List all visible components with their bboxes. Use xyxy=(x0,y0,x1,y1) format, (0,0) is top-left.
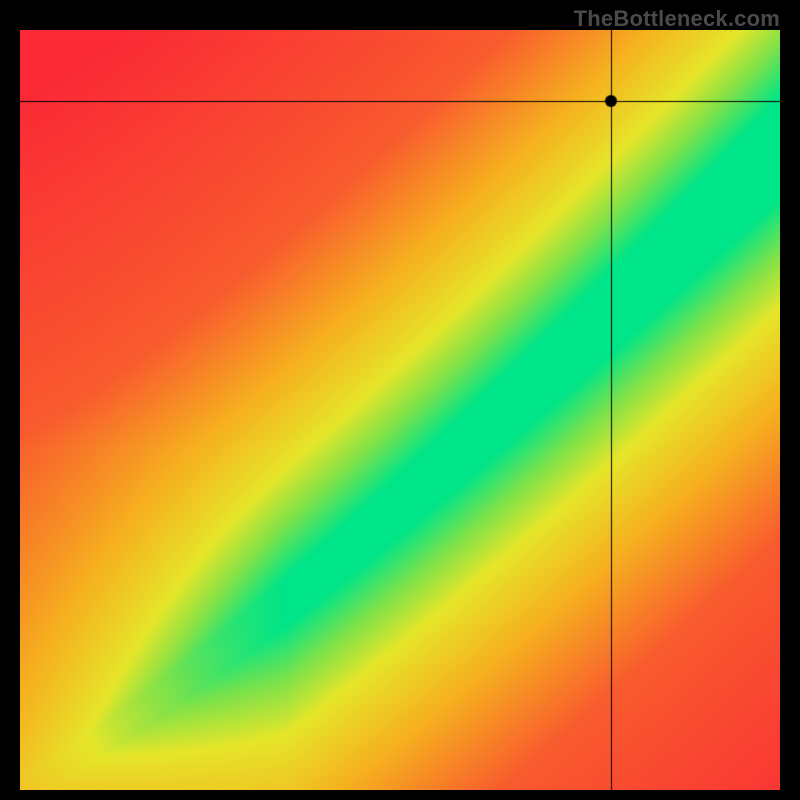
bottleneck-heatmap xyxy=(20,30,780,790)
watermark-text: TheBottleneck.com xyxy=(574,6,780,32)
plot-container xyxy=(20,30,780,790)
page-root: TheBottleneck.com xyxy=(0,0,800,800)
